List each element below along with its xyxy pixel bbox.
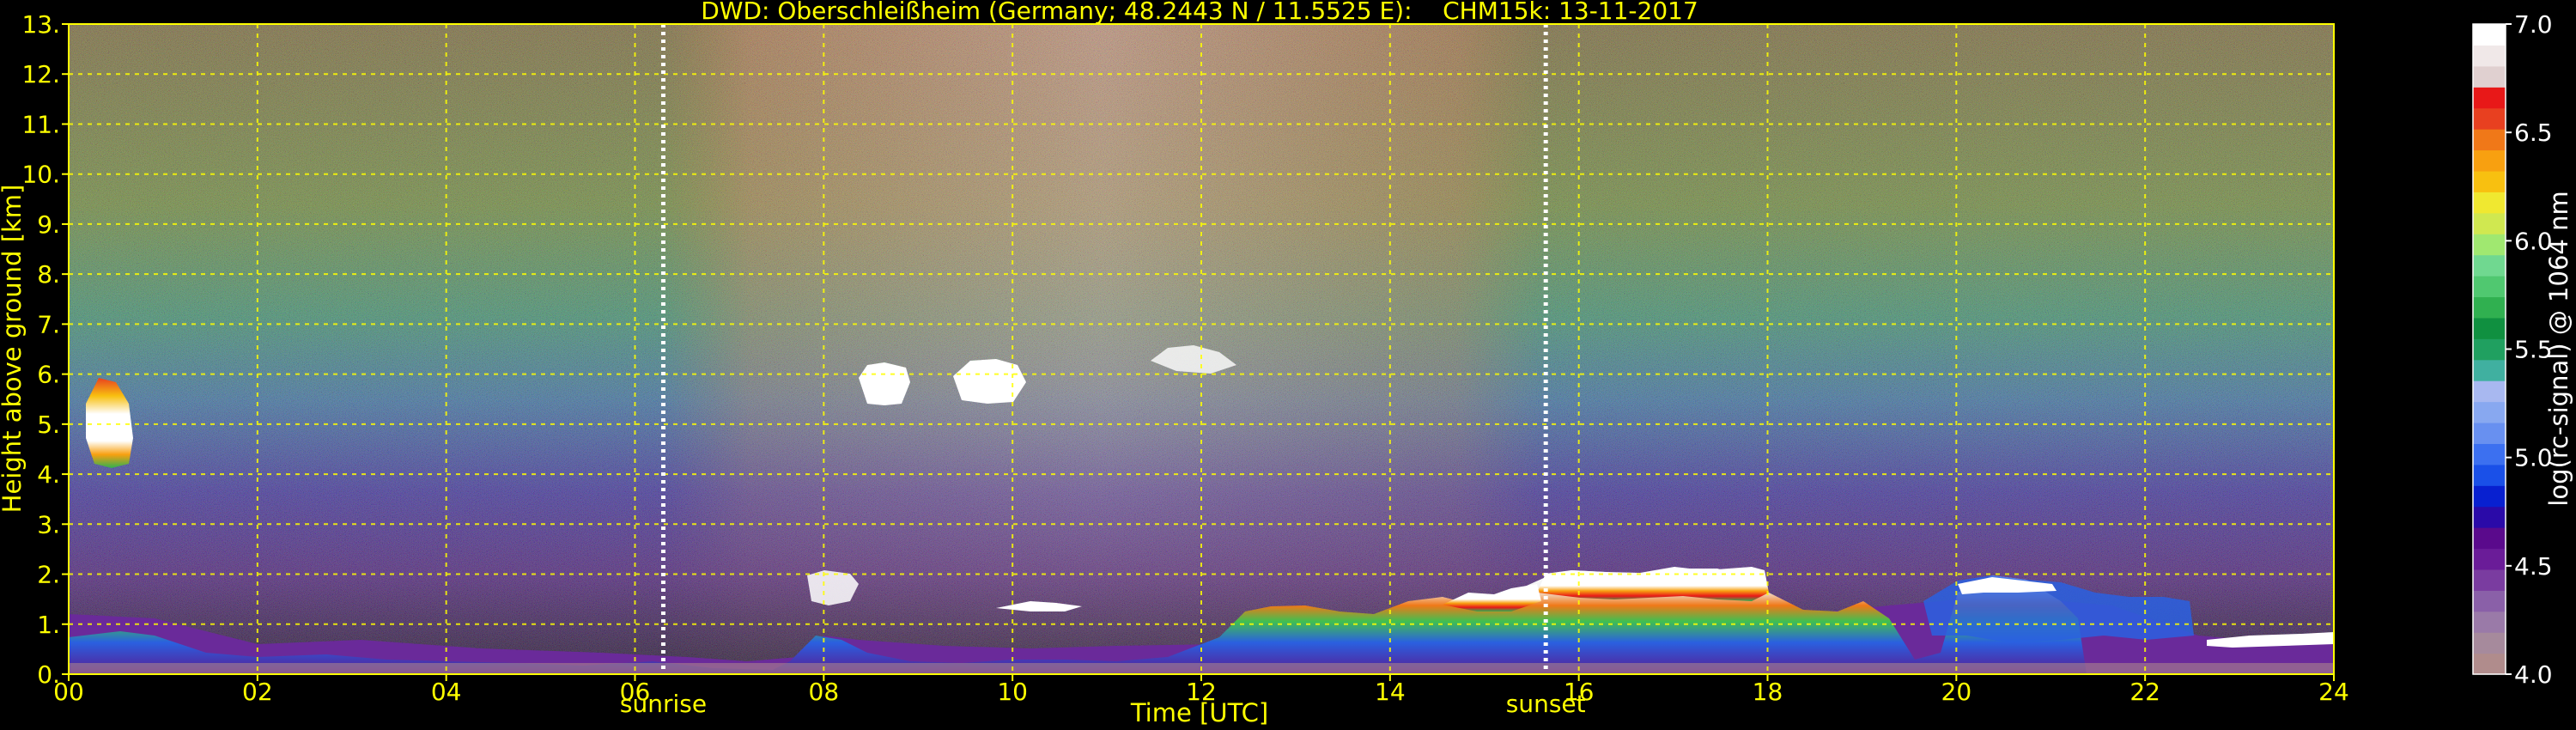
colorbar-segment [2473,527,2506,550]
y-tick-label: 1. [37,611,60,639]
colorbar-segment [2473,192,2506,214]
x-tick-label: 22 [2129,678,2160,706]
colorbar-segment [2473,506,2506,528]
x-tick-label: 06 [620,678,651,706]
y-tick-label: 11. [21,110,60,138]
x-tick-label: 08 [809,678,840,706]
colorbar-segment [2473,485,2506,508]
colorbar-segment [2473,87,2506,109]
colorbar-segment [2473,129,2506,151]
y-tick-label: 0. [37,660,60,689]
colorbar-segment [2473,24,2506,46]
y-tick-label: 12. [21,60,60,88]
colorbar-segment [2473,611,2506,633]
colorbar-tick-label: 4.5 [2514,552,2553,581]
y-tick-label: 8. [37,260,60,289]
x-tick-label: 18 [1753,678,1783,706]
colorbar-segment [2473,276,2506,298]
colorbar-segment [2473,401,2506,423]
colorbar-segment [2473,380,2506,403]
colorbar-segment [2473,443,2506,465]
x-tick-label: 10 [997,678,1028,706]
colorbar-label: log(rc-signal) @ 1064 nm [2544,191,2573,506]
y-tick-label: 5. [37,411,60,439]
colorbar-segment [2473,464,2506,486]
low-cloud-layer [1537,567,1769,601]
colorbar-segment [2473,569,2506,591]
y-tick-label: 13. [21,10,60,39]
y-tick-label: 4. [37,460,60,489]
colorbar-segment [2473,359,2506,381]
x-tick-label: 20 [1941,678,1972,706]
colorbar-segment [2473,45,2506,67]
x-axis-label: Time [UTC] [1130,698,1268,727]
colorbar-tick-label: 7.0 [2514,10,2553,39]
colorbar-segment [2473,65,2506,88]
colorbar: 4.04.55.05.56.06.57.0 [2472,10,2553,689]
colorbar-segment [2473,296,2506,319]
colorbar-segment [2473,632,2506,654]
colorbar-segment [2473,653,2506,675]
x-tick-label: 16 [1564,678,1595,706]
y-tick-label: 6. [37,361,60,389]
x-tick-label: 02 [242,678,273,706]
colorbar-tick-label: 4.0 [2514,660,2553,689]
colorbar-segment [2473,590,2506,612]
y-tick-label: 9. [37,210,60,239]
colorbar-tick-label: 6.5 [2514,119,2553,147]
colorbar-segment [2473,317,2506,339]
colorbar-segment [2473,254,2506,277]
x-tick-label: 24 [2318,678,2349,706]
chart-title: DWD: Oberschleißheim (Germany; 48.2443 N… [701,0,1698,25]
colorbar-segment [2473,548,2506,570]
colorbar-segment [2473,234,2506,256]
y-tick-label: 3. [37,510,60,538]
colorbar-segment [2473,170,2506,192]
cloud-0800utc [859,362,910,405]
colorbar-segment [2473,422,2506,444]
y-tick-label: 7. [37,310,60,338]
y-axis-label: Height above ground [km] [0,185,27,514]
colorbar-segment [2473,149,2506,172]
y-tick-label: 10. [21,161,60,189]
colorbar-segment [2473,107,2506,130]
colorbar-segment [2473,338,2506,361]
x-tick-label: 04 [431,678,462,706]
y-tick-label: 2. [37,561,60,589]
colorbar-segment [2473,212,2506,234]
x-tick-label: 14 [1375,678,1406,706]
ceilometer-chart: sunrise sunset 00 02 04 06 08 10 12 14 16 18 20 22 24… [0,0,2573,727]
